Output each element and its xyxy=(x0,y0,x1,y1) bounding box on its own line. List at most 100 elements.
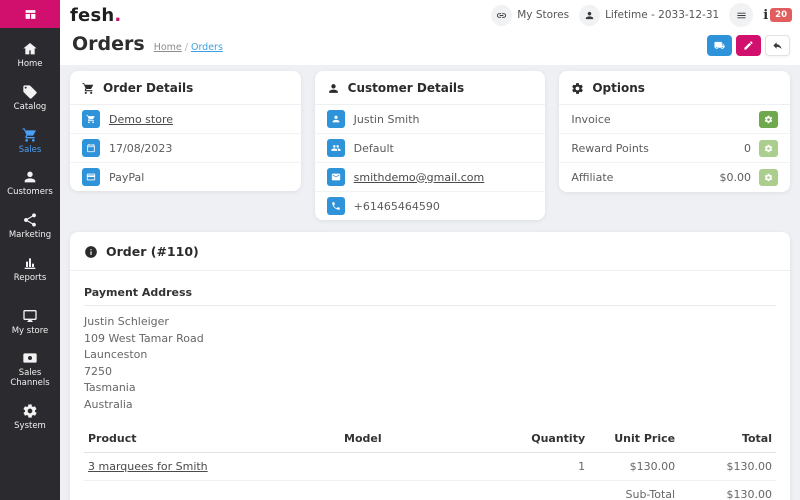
user-icon xyxy=(579,5,600,26)
my-stores-button[interactable]: My Stores xyxy=(491,5,569,26)
license-button[interactable]: Lifetime - 2033-12-31 xyxy=(579,5,719,26)
sidebar-item-my-store[interactable]: My store xyxy=(0,301,60,344)
credit-card-icon xyxy=(82,168,100,186)
customer-phone-row: +61465464590 xyxy=(315,192,546,220)
store-row: Demo store xyxy=(70,105,301,134)
product-model xyxy=(340,453,499,481)
sidebar-item-label: Customers xyxy=(7,188,53,198)
back-button[interactable] xyxy=(765,35,790,56)
customer-details-title: Customer Details xyxy=(348,81,465,95)
affiliate-button[interactable] xyxy=(759,169,778,186)
notifications-button[interactable]: i 20 xyxy=(763,8,792,23)
brand-logo[interactable]: fesh. xyxy=(70,5,121,26)
subtotal-value: $130.00 xyxy=(679,481,776,500)
sidebar-logo-button[interactable] xyxy=(0,0,60,28)
order-title: Order (#110) xyxy=(106,244,199,259)
gear-icon xyxy=(764,173,773,182)
sidebar-item-marketing[interactable]: Marketing xyxy=(0,205,60,248)
sidebar-item-label: Catalog xyxy=(14,103,47,113)
reward-points-option-row: Reward Points 0 xyxy=(559,134,790,163)
address-line: 7250 xyxy=(84,364,776,381)
sidebar-item-catalog[interactable]: Catalog xyxy=(0,77,60,120)
customer-email-link[interactable]: smithdemo@gmail.com xyxy=(354,171,485,184)
breadcrumb-home-link[interactable]: Home xyxy=(154,42,182,53)
reward-points-label: Reward Points xyxy=(571,142,649,155)
generate-invoice-button[interactable] xyxy=(759,111,778,128)
options-title: Options xyxy=(592,81,645,95)
sidebar-item-system[interactable]: System xyxy=(0,396,60,439)
gear-icon xyxy=(764,115,773,124)
payment-address-heading: Payment Address xyxy=(84,277,776,306)
breadcrumb: Home/Orders xyxy=(154,42,223,53)
gear-icon xyxy=(571,82,584,95)
license-label: Lifetime - 2033-12-31 xyxy=(605,9,719,21)
reward-points-button[interactable] xyxy=(759,140,778,157)
monitor-icon xyxy=(22,308,38,324)
envelope-icon xyxy=(327,168,345,186)
gear-icon xyxy=(764,144,773,153)
gear-icon xyxy=(22,403,38,419)
pencil-icon xyxy=(743,40,754,51)
menu-toggle-button[interactable] xyxy=(729,3,753,27)
truck-icon xyxy=(714,40,725,51)
share-icon xyxy=(22,212,38,228)
customer-email-row: smithdemo@gmail.com xyxy=(315,163,546,192)
sidebar-item-label: Reports xyxy=(14,274,47,284)
customer-name-row: Justin Smith xyxy=(315,105,546,134)
model-column-header: Model xyxy=(340,425,499,453)
store-link[interactable]: Demo store xyxy=(109,113,173,126)
breadcrumb-current-link[interactable]: Orders xyxy=(191,42,223,53)
users-group-icon xyxy=(327,139,345,157)
order-details-header: Order Details xyxy=(70,71,301,105)
invoice-option-row: Invoice xyxy=(559,105,790,134)
table-header-row: Product Model Quantity Unit Price Total xyxy=(84,425,776,453)
product-link[interactable]: 3 marquees for Smith xyxy=(88,460,208,473)
product-total: $130.00 xyxy=(679,453,776,481)
sidebar-item-sales-channels[interactable]: Sales Channels xyxy=(0,343,60,396)
cart-icon xyxy=(82,82,95,95)
notification-badge: 20 xyxy=(770,8,792,22)
address-line: Launceston xyxy=(84,347,776,364)
sidebar-item-label: Sales Channels xyxy=(2,369,58,389)
sidebar-item-sales[interactable]: Sales xyxy=(0,120,60,163)
sidebar-nav: Home Catalog Sales Customers Marketing R… xyxy=(0,28,60,439)
invoice-label: Invoice xyxy=(571,113,610,126)
order-date: 17/08/2023 xyxy=(109,142,172,155)
unit-price-column-header: Unit Price xyxy=(589,425,679,453)
edit-order-button[interactable] xyxy=(736,35,761,56)
sidebar: Home Catalog Sales Customers Marketing R… xyxy=(0,0,60,500)
address-line: 109 West Tamar Road xyxy=(84,331,776,348)
options-card: Options Invoice Reward Points 0 xyxy=(559,71,790,192)
hamburger-icon xyxy=(736,10,747,21)
customer-group: Default xyxy=(354,142,394,155)
sidebar-item-label: Marketing xyxy=(9,231,51,241)
order-details-title: Order Details xyxy=(103,81,193,95)
affiliate-option-row: Affiliate $0.00 xyxy=(559,163,790,192)
order-details-card: Order Details Demo store 17/08/2023 PayP… xyxy=(70,71,301,191)
shipping-list-button[interactable] xyxy=(707,35,732,56)
my-stores-label: My Stores xyxy=(517,9,569,21)
customer-name: Justin Smith xyxy=(354,113,420,126)
affiliate-label: Affiliate xyxy=(571,171,613,184)
address-line: Tasmania xyxy=(84,380,776,397)
breadcrumb-separator: / xyxy=(185,42,188,53)
sidebar-item-reports[interactable]: Reports xyxy=(0,248,60,291)
brand-dot: . xyxy=(114,5,121,26)
affiliate-value: $0.00 xyxy=(720,171,752,184)
page-actions xyxy=(707,33,790,56)
page-title: Orders xyxy=(72,33,145,55)
sidebar-item-customers[interactable]: Customers xyxy=(0,162,60,205)
reply-icon xyxy=(772,40,783,51)
payment-address: Justin Schleiger 109 West Tamar Road Lau… xyxy=(84,306,776,425)
product-quantity: 1 xyxy=(499,453,589,481)
total-column-header: Total xyxy=(679,425,776,453)
order-summary-card: Order (#110) Payment Address Justin Schl… xyxy=(70,232,790,500)
dashboard-icon xyxy=(24,8,37,21)
options-header: Options xyxy=(559,71,790,105)
calendar-icon xyxy=(82,139,100,157)
reward-points-value: 0 xyxy=(744,142,751,155)
date-row: 17/08/2023 xyxy=(70,134,301,163)
subtotal-row: Sub-Total $130.00 xyxy=(84,481,776,500)
sidebar-item-home[interactable]: Home xyxy=(0,34,60,77)
info-icon: i xyxy=(763,8,768,23)
